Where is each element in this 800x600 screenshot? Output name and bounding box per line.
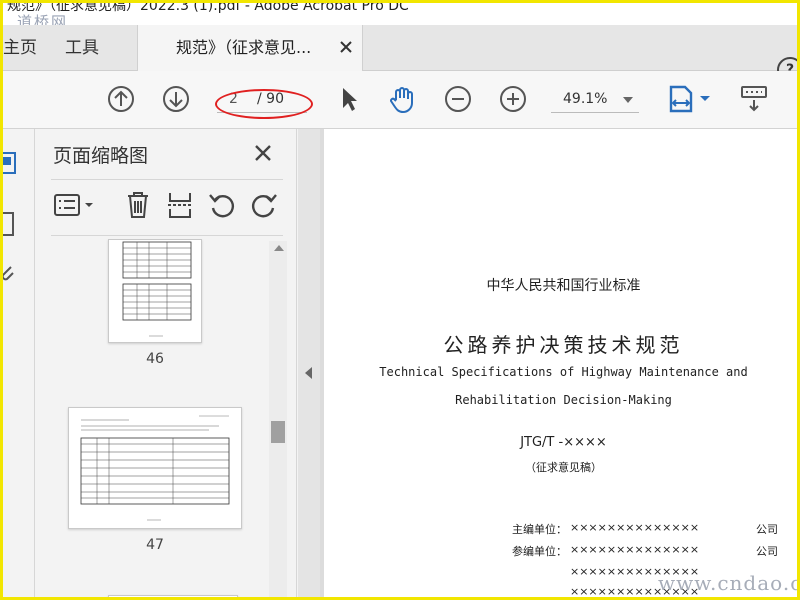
left-nav-strip	[0, 129, 35, 597]
rotate-right-icon[interactable]	[249, 189, 279, 221]
thumbnails-panel: 页面缩略图 46 47	[35, 129, 297, 597]
keyboard-scroll-icon[interactable]	[739, 83, 769, 115]
delete-icon[interactable]	[123, 189, 153, 221]
thumbnail-list: 46 47	[51, 239, 269, 597]
thumbnail-tools	[51, 185, 283, 225]
panel-splitter[interactable]	[298, 129, 320, 597]
co-editor-suffix: 公司	[756, 545, 778, 558]
watermark-bottom: www.cndao.com	[658, 571, 797, 595]
co-editor-value: ××××××××××××××	[570, 543, 700, 556]
editor-label: 主编单位：	[512, 523, 567, 536]
tab-tools[interactable]: 工具	[65, 25, 99, 71]
document-title: 公路养护决策技术规范	[443, 333, 684, 357]
options-menu-icon[interactable]	[53, 191, 97, 219]
thumbnail-scrollbar[interactable]	[269, 241, 287, 597]
standard-code: JTG/T -××××	[520, 435, 607, 450]
zoom-in-icon[interactable]	[497, 83, 529, 115]
attachments-icon[interactable]	[0, 259, 19, 289]
page-preview	[80, 415, 230, 521]
english-title-line1: Technical Specifications of Highway Main…	[379, 365, 748, 379]
co-editor-label: 参编单位：	[512, 545, 567, 558]
zoom-select[interactable]: 49.1%	[551, 87, 639, 113]
rotate-left-icon[interactable]	[207, 189, 237, 221]
extract-pages-icon[interactable]	[165, 189, 195, 221]
tab-home[interactable]: 主页	[3, 25, 37, 71]
divider	[51, 235, 283, 236]
app-window: 规范》（征求意见稿）2022.3 (1).pdf - Adobe Acrobat…	[0, 0, 800, 600]
tab-document-label: 规范》（征求意见...	[176, 38, 312, 57]
page-thumbnails-icon[interactable]	[0, 149, 19, 179]
toolbar: 2 / 90 49.1%	[3, 71, 797, 129]
scroll-up-arrow[interactable]	[274, 245, 284, 251]
editor-suffix: 公司	[756, 523, 778, 536]
page-thumbnail-47[interactable]	[68, 407, 242, 529]
title-bar: 规范》（征求意见稿）2022.3 (1).pdf - Adobe Acrobat…	[3, 3, 797, 25]
tab-bar: 主页 工具 规范》（征求意见... ?	[3, 25, 797, 83]
draft-status: （征求意见稿）	[525, 461, 602, 474]
document-page: 中华人民共和国行业标准 公路养护决策技术规范 Technical Specifi…	[324, 129, 797, 597]
editor-value: ××××××××××××××	[570, 521, 700, 534]
close-tab-icon[interactable]	[338, 39, 354, 55]
collapse-panel-icon[interactable]	[305, 367, 312, 379]
standard-type: 中华人民共和国行业标准	[486, 278, 641, 294]
hand-tool-icon[interactable]	[387, 83, 419, 115]
fit-page-icon[interactable]	[667, 83, 713, 115]
annotation-ellipse	[215, 89, 313, 119]
chevron-down-icon	[623, 97, 633, 103]
zoom-out-icon[interactable]	[442, 83, 474, 115]
page-thumbnail-46[interactable]	[108, 239, 202, 343]
scrollbar-thumb[interactable]	[271, 421, 285, 443]
zoom-value: 49.1%	[563, 91, 608, 107]
document-view[interactable]: 中华人民共和国行业标准 公路养护决策技术规范 Technical Specifi…	[320, 129, 797, 597]
select-cursor-icon[interactable]	[333, 83, 365, 115]
page-thumbnail-next[interactable]	[108, 595, 238, 597]
previous-page-icon[interactable]	[105, 83, 137, 115]
close-panel-icon[interactable]	[253, 143, 273, 163]
page-preview	[122, 241, 192, 337]
divider	[51, 179, 283, 180]
bookmarks-icon[interactable]	[0, 209, 19, 239]
panel-title: 页面缩略图	[53, 145, 149, 167]
next-page-icon[interactable]	[160, 83, 192, 115]
tab-document[interactable]: 规范》（征求意见...	[137, 25, 363, 72]
thumbnail-label: 46	[146, 351, 164, 367]
english-title-line2: Rehabilitation Decision-Making	[455, 393, 672, 407]
thumbnail-label: 47	[146, 537, 164, 553]
